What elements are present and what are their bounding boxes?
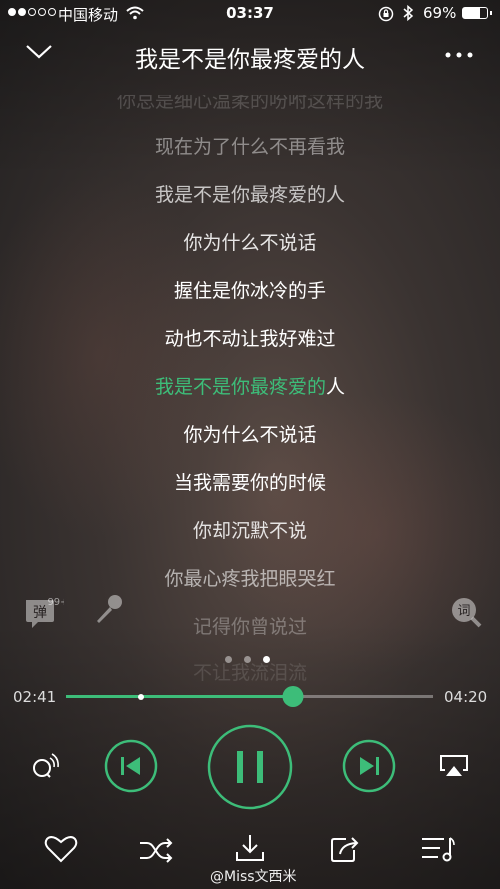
airplay-icon[interactable] [437, 752, 471, 784]
battery-tip [490, 11, 492, 15]
lyric-line: 你却沉默不说 [192, 520, 307, 542]
battery-fill [463, 8, 480, 18]
previous-button[interactable] [104, 739, 158, 797]
song-title: 我是不是你最疼爱的人 [135, 47, 365, 73]
lyric-line: 现在为了什么不再看我 [154, 136, 345, 158]
danmu-label: 弹 [33, 605, 47, 621]
page-indicator [225, 656, 270, 663]
lyric-line: 你总是细心温柔的吩咐这样的我 [116, 90, 383, 112]
ci-label: 词 [457, 604, 470, 619]
danmu-badge: 99+ [47, 597, 64, 608]
share-icon[interactable] [328, 834, 362, 868]
download-icon[interactable] [234, 832, 266, 868]
elapsed-time: 02:41 [13, 688, 57, 706]
playlist-icon[interactable] [420, 834, 456, 868]
progress-thumb[interactable] [282, 686, 304, 707]
buffer-marker [138, 693, 145, 700]
total-time: 04:20 [444, 688, 488, 706]
lyric-line: 你为什么不说话 [183, 424, 317, 446]
current-lyric-line: 我是不是你最疼爱的人 [0, 372, 500, 399]
lyric-line: 我是不是你最疼爱的人 [154, 184, 345, 206]
more-options-icon[interactable] [444, 44, 474, 68]
lyric-line: 握住是你冰冷的手 [173, 280, 326, 302]
current-lyric-sung: 我是不是你最疼爱的 [154, 376, 326, 398]
shuffle-icon[interactable] [138, 836, 174, 868]
playback-mode-icon[interactable] [28, 748, 62, 786]
collapse-chevron-icon[interactable] [24, 42, 54, 66]
microphone-icon[interactable] [92, 592, 126, 630]
page-dot [244, 656, 251, 663]
page-dot [225, 656, 232, 663]
lyric-line: 当我需要你的时候 [173, 472, 326, 494]
current-lyric-rest: 人 [326, 376, 346, 398]
battery-percentage: 69% [423, 4, 457, 22]
heart-icon[interactable] [44, 834, 78, 868]
lyric-line: 你为什么不说话 [183, 232, 317, 254]
lyrics-toggle-icon[interactable]: 词 [450, 596, 482, 632]
rotation-lock-icon [378, 6, 394, 26]
lyric-line: 动也不动让我好难过 [164, 328, 336, 350]
lyric-line: 记得你曾说过 [192, 616, 307, 638]
battery-icon [462, 7, 492, 19]
progress-fill [66, 695, 294, 698]
page-dot [263, 656, 270, 663]
status-bar: 中国移动 03:37 69% [0, 0, 500, 28]
pause-button[interactable] [207, 724, 293, 814]
progress-bar[interactable] [66, 686, 433, 707]
next-button[interactable] [342, 739, 396, 797]
bluetooth-icon [402, 4, 414, 26]
lyric-line: 你最心疼我把眼哭红 [164, 568, 336, 590]
danmu-button[interactable]: 弹 99+ [24, 596, 69, 636]
watermark: @Miss文西米 [210, 869, 297, 885]
